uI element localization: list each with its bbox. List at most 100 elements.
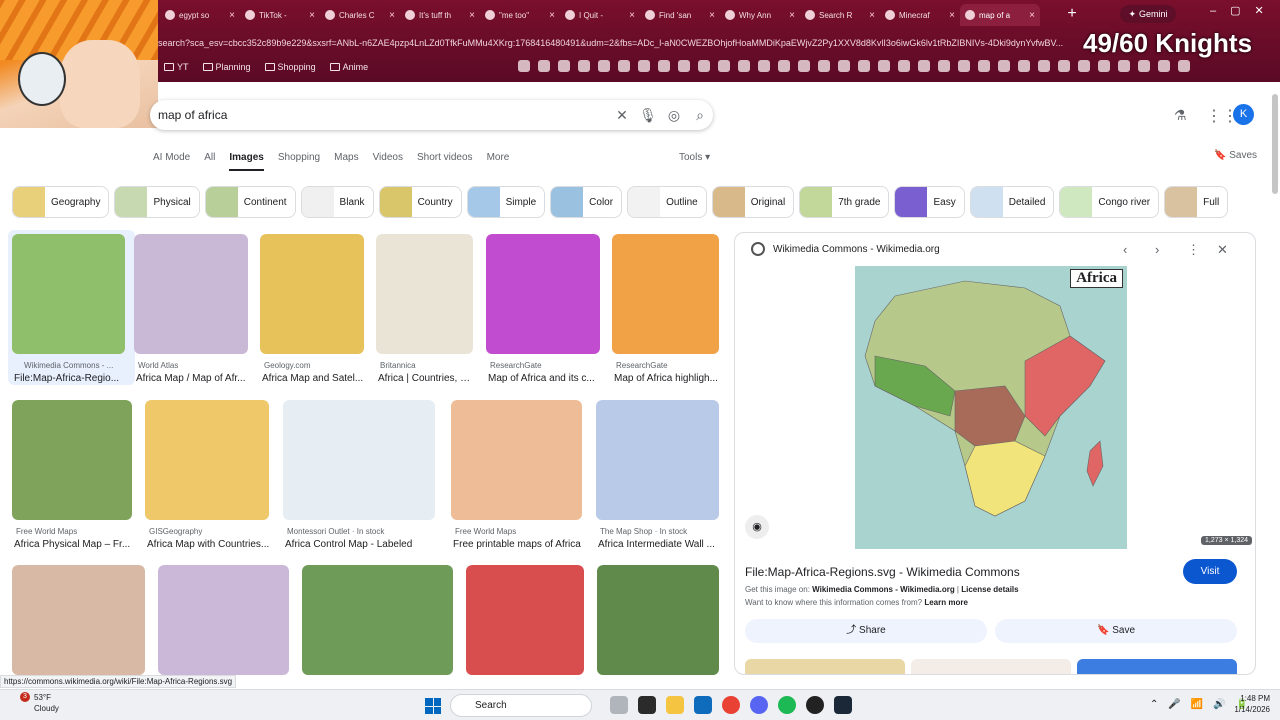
search-input[interactable]: map of africa — [158, 108, 609, 122]
file-explorer-icon[interactable] — [666, 696, 684, 714]
bookmark-favicon-icon[interactable] — [758, 60, 770, 72]
image-result[interactable]: Britannica Africa | Countries, R... — [376, 234, 473, 389]
bookmark-favicon-icon[interactable] — [1078, 60, 1090, 72]
tools-menu[interactable]: Tools ▾ — [679, 152, 710, 163]
bookmark-favicon-icon[interactable] — [738, 60, 750, 72]
bookmark-favicon-icon[interactable] — [898, 60, 910, 72]
bookmark-favicon-icon[interactable] — [558, 60, 570, 72]
saves-link[interactable]: 🔖 Saves — [1214, 150, 1257, 161]
chip-outline[interactable]: Outline — [627, 186, 707, 218]
share-button[interactable]: ⤴ Share — [745, 619, 987, 643]
learn-more-link[interactable]: Learn more — [924, 598, 968, 607]
panel-title[interactable]: File:Map-Africa-Regions.svg - Wikimedia … — [745, 565, 1020, 579]
terminal-app-icon[interactable] — [638, 696, 656, 714]
preview-image[interactable]: Africa — [855, 266, 1127, 549]
gemini-button[interactable]: ✦ Gemini — [1120, 5, 1176, 23]
bookmark-favicon-icon[interactable] — [618, 60, 630, 72]
tab-close-icon[interactable]: × — [389, 10, 395, 21]
chip-original[interactable]: Original — [711, 186, 795, 218]
close-icon[interactable]: ✕ — [1217, 242, 1228, 258]
windows-start-icon[interactable] — [425, 698, 441, 714]
app-icon[interactable] — [806, 696, 824, 714]
bookmark-folder[interactable]: Shopping — [261, 62, 320, 72]
chip-detailed[interactable]: Detailed — [969, 186, 1055, 218]
tab-close-icon[interactable]: × — [789, 10, 795, 21]
lens-icon[interactable]: ◎ — [661, 107, 687, 124]
chip-physical[interactable]: Physical — [114, 186, 200, 218]
bookmark-favicon-icon[interactable] — [1098, 60, 1110, 72]
browser-tab[interactable]: I Quit - × — [560, 4, 640, 26]
page-scrollbar[interactable] — [1272, 94, 1278, 194]
chip-easy[interactable]: Easy — [894, 186, 965, 218]
taskbar-clock[interactable]: 1:48 PM 1/14/2026 — [1218, 693, 1270, 715]
browser-tab[interactable]: map of a × — [960, 4, 1040, 26]
chip-continent[interactable]: Continent — [204, 186, 296, 218]
bookmark-favicon-icon[interactable] — [1038, 60, 1050, 72]
tab-close-icon[interactable]: × — [949, 10, 955, 21]
tab-close-icon[interactable]: × — [549, 10, 555, 21]
browser-tab[interactable]: Search R × — [800, 4, 880, 26]
bookmark-favicon-icon[interactable] — [778, 60, 790, 72]
image-result[interactable]: The Map Shop · In stock Africa Intermedia… — [596, 400, 719, 555]
license-details-link[interactable]: License details — [961, 585, 1018, 594]
result-caption[interactable]: Africa Map and Satel... — [262, 373, 364, 384]
chip-full[interactable]: Full — [1164, 186, 1229, 218]
chip-simple[interactable]: Simple — [466, 186, 546, 218]
tab-close-icon[interactable]: × — [1029, 10, 1035, 21]
related-thumbnail[interactable] — [745, 659, 905, 674]
address-bar[interactable]: search?sca_esv=cbcc352c89b9e229&sxsrf=AN… — [158, 34, 1078, 52]
tab-maps[interactable]: Maps — [334, 152, 358, 171]
tab-close-icon[interactable]: × — [629, 10, 635, 21]
chrome-app-icon[interactable] — [722, 696, 740, 714]
taskbar-search[interactable]: Search — [450, 694, 592, 717]
bookmark-favicon-icon[interactable] — [538, 60, 550, 72]
chip-7th-grade[interactable]: 7th grade — [799, 186, 890, 218]
related-thumbnail[interactable] — [1077, 659, 1237, 674]
image-result[interactable]: Wikimedia Commons - ... File:Map-Africa-R… — [8, 230, 135, 385]
result-caption[interactable]: Africa Physical Map – Fr... — [14, 539, 132, 550]
browser-tab[interactable]: Find 'san × — [640, 4, 720, 26]
account-avatar[interactable]: K — [1233, 104, 1254, 125]
tab-close-icon[interactable]: × — [229, 10, 235, 21]
bookmark-favicon-icon[interactable] — [958, 60, 970, 72]
next-arrow-icon[interactable]: › — [1155, 242, 1159, 257]
tab-videos[interactable]: Videos — [373, 152, 403, 171]
bookmark-favicon-icon[interactable] — [1058, 60, 1070, 72]
related-thumbnail[interactable] — [911, 659, 1071, 674]
tab-close-icon[interactable]: × — [309, 10, 315, 21]
tab-shopping[interactable]: Shopping — [278, 152, 320, 171]
tab-close-icon[interactable]: × — [869, 10, 875, 21]
prev-arrow-icon[interactable]: ‹ — [1123, 242, 1127, 257]
save-button[interactable]: 🔖 Save — [995, 619, 1237, 643]
bookmark-favicon-icon[interactable] — [818, 60, 830, 72]
result-caption[interactable]: Africa | Countries, R... — [378, 373, 473, 384]
panel-site-name[interactable]: Wikimedia Commons - Wikimedia.org — [773, 244, 940, 255]
bookmark-folder[interactable]: YT — [160, 62, 193, 72]
browser-tab[interactable]: Why Ann × — [720, 4, 800, 26]
labs-flask-icon[interactable]: ⚗ — [1174, 107, 1187, 124]
tab-close-icon[interactable]: × — [709, 10, 715, 21]
image-result[interactable]: Free World Maps Africa Physical Map – Fr.… — [12, 400, 132, 555]
bookmark-favicon-icon[interactable] — [878, 60, 890, 72]
new-tab-button[interactable]: + — [1063, 5, 1081, 23]
bookmark-favicon-icon[interactable] — [1158, 60, 1170, 72]
weather-widget[interactable]: 53°F Cloudy — [34, 692, 59, 714]
image-result[interactable]: GISGeography Africa Map with Countries... — [145, 400, 269, 555]
tab-close-icon[interactable]: × — [469, 10, 475, 21]
bookmark-folder[interactable]: Planning — [199, 62, 255, 72]
browser-tab[interactable]: It's tuff th × — [400, 4, 480, 26]
chip-country[interactable]: Country — [378, 186, 462, 218]
bookmark-favicon-icon[interactable] — [678, 60, 690, 72]
chip-color[interactable]: Color — [550, 186, 623, 218]
chip-congo-river[interactable]: Congo river — [1059, 186, 1160, 218]
result-caption[interactable]: Free printable maps of Africa — [453, 539, 582, 550]
image-result[interactable] — [302, 565, 453, 675]
result-caption[interactable]: Map of Africa and its c... — [488, 373, 600, 384]
microphone-icon[interactable]: 🎙 — [635, 107, 661, 124]
bookmark-favicon-icon[interactable] — [578, 60, 590, 72]
window-controls[interactable]: –▢✕ — [1210, 4, 1278, 17]
bookmark-favicon-icon[interactable] — [598, 60, 610, 72]
bookmark-favicon-icon[interactable] — [978, 60, 990, 72]
image-result[interactable]: Geology.com Africa Map and Satel... — [260, 234, 364, 389]
discord-app-icon[interactable] — [750, 696, 768, 714]
